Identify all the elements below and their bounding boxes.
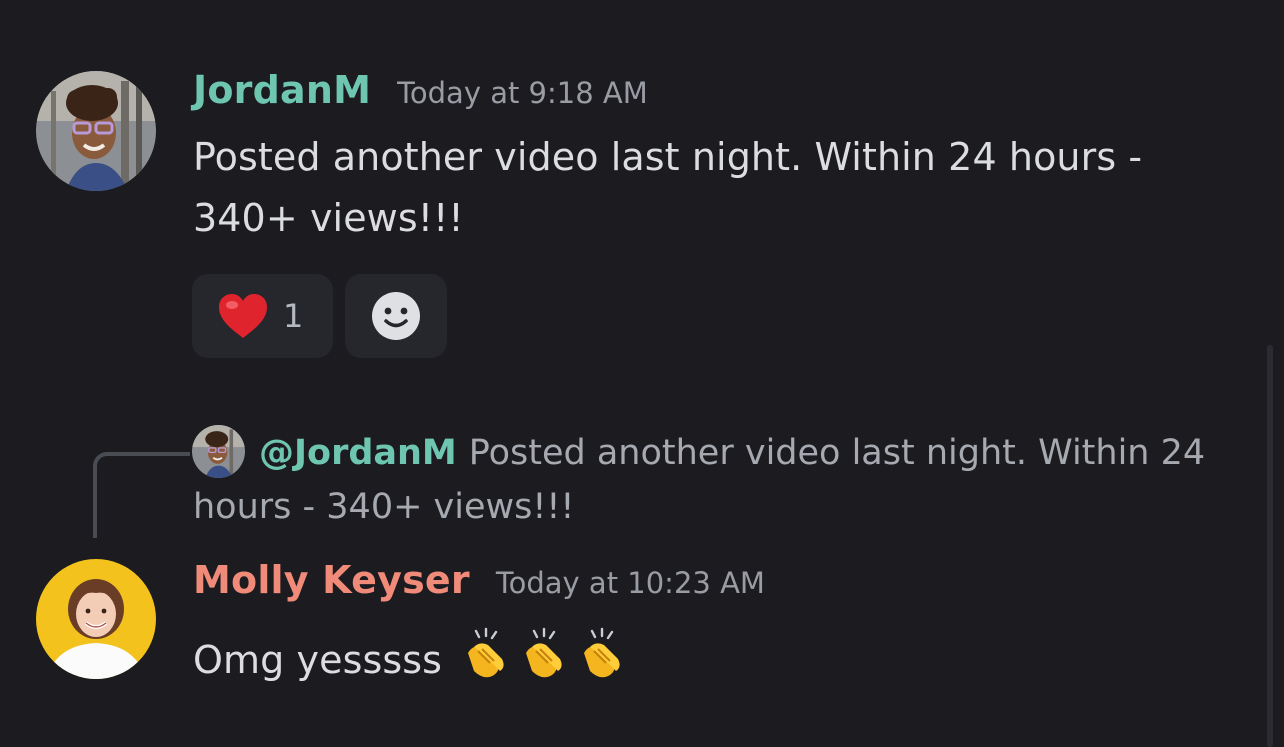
- heart-emoji-icon: [217, 292, 269, 340]
- reply-mention[interactable]: @JordanM: [259, 433, 457, 473]
- avatar-jordanm[interactable]: [36, 71, 156, 191]
- add-reaction-button[interactable]: [345, 274, 447, 358]
- reply-connector-line: [93, 452, 190, 538]
- message-timestamp: Today at 10:23 AM: [495, 566, 765, 600]
- reaction-heart[interactable]: 1: [192, 274, 333, 358]
- username-molly-keyser[interactable]: Molly Keyser: [193, 558, 470, 602]
- clapping-hands-emoji-icon: [458, 627, 512, 699]
- message-header-jordanm: JordanM Today at 9:18 AM: [193, 68, 648, 112]
- message-text: Omg yesssss: [193, 638, 443, 682]
- clapping-hands-emoji-icon: [574, 627, 628, 699]
- smiley-face-icon: [371, 291, 421, 341]
- reaction-count: 1: [283, 297, 304, 335]
- username-jordanm[interactable]: JordanM: [193, 68, 371, 112]
- message-text-molly: Omg yesssss: [193, 627, 1193, 699]
- avatar-molly-keyser[interactable]: [36, 559, 156, 679]
- clapping-hands-emoji-icon: [516, 627, 570, 699]
- message-timestamp: Today at 9:18 AM: [397, 76, 648, 110]
- message-header-molly: Molly Keyser Today at 10:23 AM: [193, 558, 765, 602]
- scrollbar[interactable]: [1267, 345, 1273, 747]
- reply-preview[interactable]: @JordanM Posted another video last night.…: [193, 426, 1253, 534]
- message-text-jordanm: Posted another video last night. Within …: [193, 135, 1143, 240]
